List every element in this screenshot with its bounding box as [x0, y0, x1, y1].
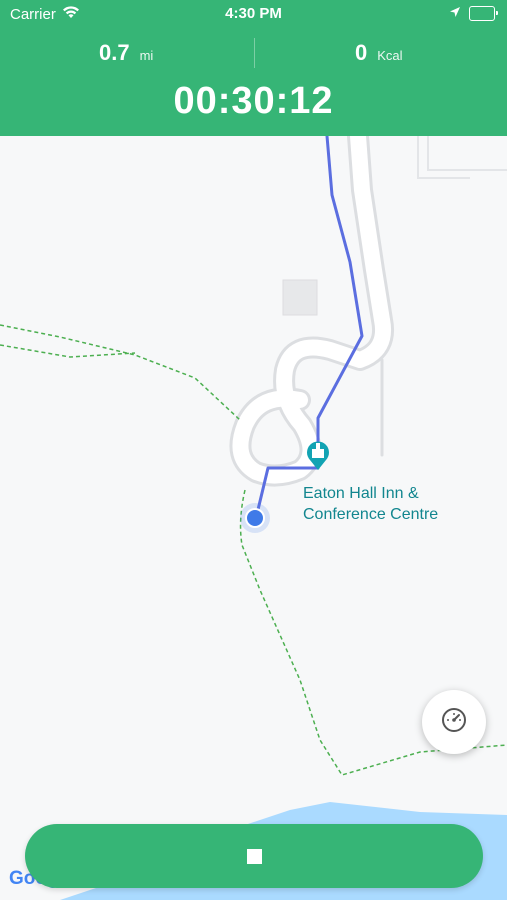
current-location-dot — [245, 508, 265, 528]
map-view[interactable]: Eaton Hall Inn & Conference Centre — [0, 136, 507, 900]
status-right — [449, 5, 498, 22]
distance-unit: mi — [139, 48, 154, 63]
stats-divider — [254, 38, 255, 68]
trail-path-1 — [0, 324, 241, 421]
workout-header: Carrier 4:30 PM 0.7 mi 0 Kcal 00:30:12 — [0, 0, 507, 136]
poi-label-line1: Eaton Hall Inn & — [303, 485, 419, 502]
trail-path-2 — [0, 344, 136, 358]
calories-unit: Kcal — [377, 48, 403, 63]
location-arrow-icon — [449, 5, 461, 22]
poi-label[interactable]: Eaton Hall Inn & Conference Centre — [303, 483, 438, 525]
building-block — [282, 279, 318, 316]
distance-stat: 0.7 mi — [99, 40, 153, 66]
calories-stat: 0 Kcal — [355, 40, 403, 66]
elapsed-timer: 00:30:12 — [173, 80, 334, 122]
stop-icon — [246, 848, 262, 864]
poi-label-line2: Conference Centre — [303, 506, 439, 523]
status-time: 4:30 PM — [225, 5, 282, 22]
speedometer-icon — [441, 707, 467, 738]
status-bar: Carrier 4:30 PM — [0, 0, 507, 28]
stop-button[interactable] — [25, 824, 483, 888]
speedometer-button[interactable] — [422, 690, 486, 754]
calories-value: 0 — [355, 40, 368, 65]
distance-value: 0.7 — [99, 40, 130, 65]
battery-icon — [469, 6, 498, 21]
building-outline — [417, 136, 507, 179]
